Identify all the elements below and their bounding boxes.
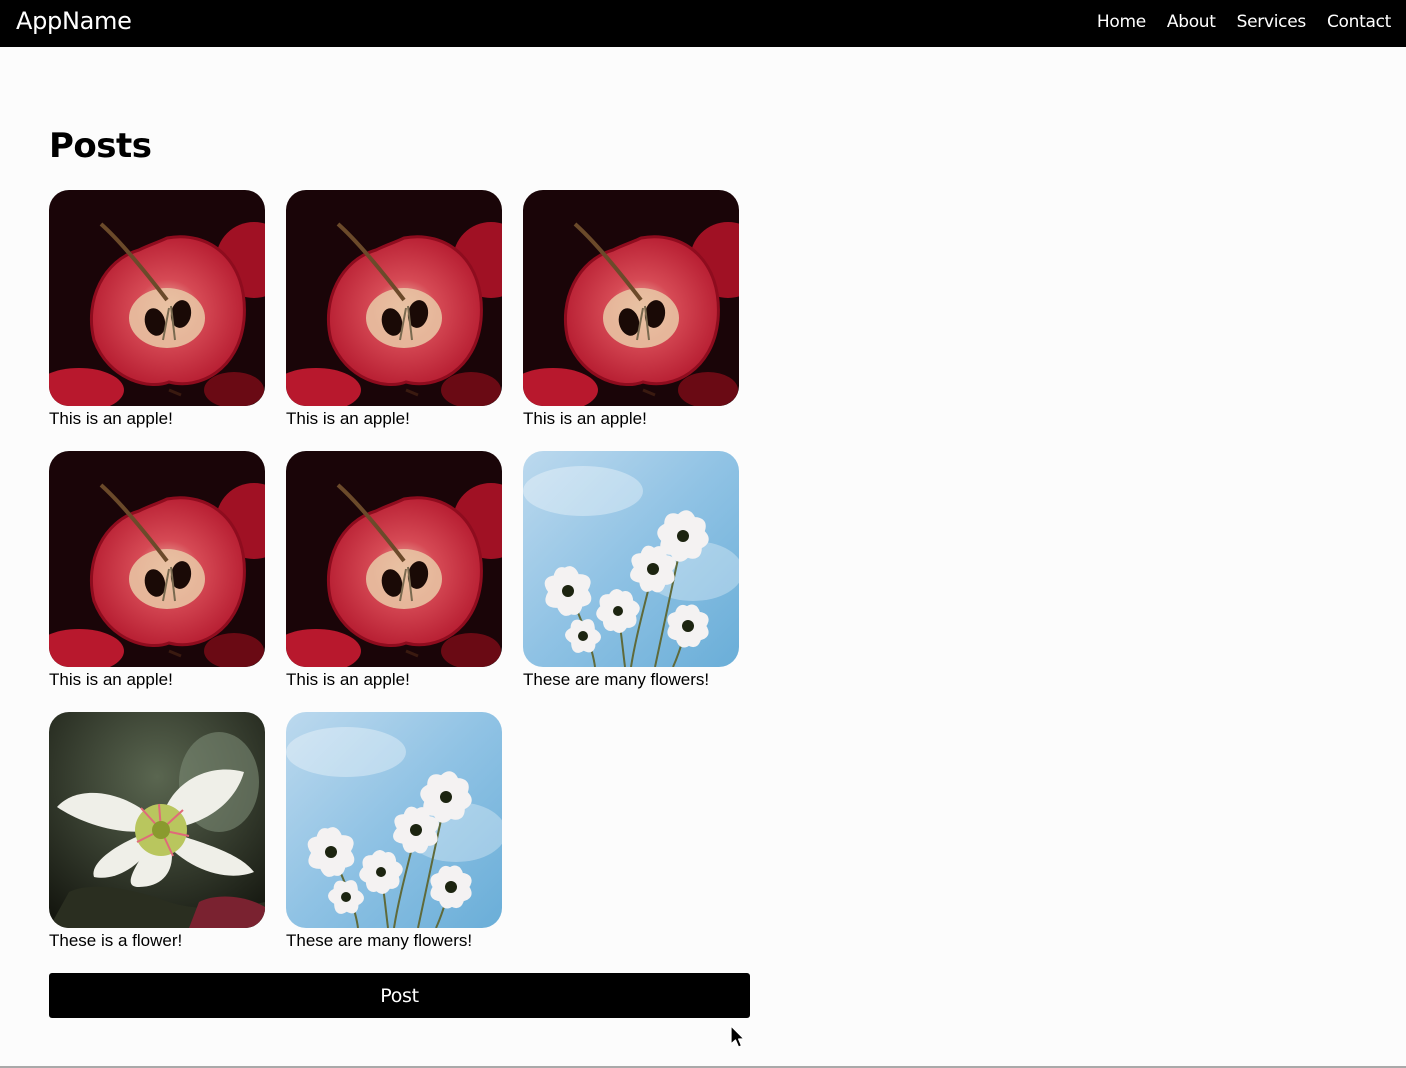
post-caption: This is an apple! [49, 409, 173, 428]
post-caption: This is an apple! [286, 409, 410, 428]
post-card[interactable]: This is an apple! [49, 451, 265, 691]
post-caption: This is an apple! [286, 670, 410, 689]
posts-grid: This is an apple! This is an apple! This… [49, 190, 750, 952]
page-title: Posts [49, 126, 152, 166]
flower-image[interactable] [49, 712, 265, 928]
flowers-image[interactable] [523, 451, 739, 667]
navbar: AppName Home About Services Contact [0, 0, 1406, 47]
apple-image[interactable] [286, 190, 502, 406]
nav-link-about[interactable]: About [1167, 10, 1216, 34]
post-card[interactable]: These are many flowers! [523, 451, 739, 691]
post-caption: These are many flowers! [286, 931, 473, 950]
apple-image[interactable] [286, 451, 502, 667]
post-caption: This is an apple! [523, 409, 647, 428]
nav-links: Home About Services Contact [1097, 10, 1391, 34]
nav-link-services[interactable]: Services [1237, 10, 1307, 34]
post-caption: This is an apple! [49, 670, 173, 689]
apple-image[interactable] [49, 190, 265, 406]
post-card[interactable]: This is an apple! [286, 190, 502, 430]
post-button[interactable]: Post [49, 973, 750, 1018]
post-card[interactable]: This is an apple! [523, 190, 739, 430]
apple-image[interactable] [523, 190, 739, 406]
nav-link-contact[interactable]: Contact [1327, 10, 1391, 34]
post-card[interactable]: This is an apple! [49, 190, 265, 430]
apple-image[interactable] [49, 451, 265, 667]
post-card[interactable]: This is an apple! [286, 451, 502, 691]
app-brand[interactable]: AppName [16, 5, 132, 37]
nav-link-home[interactable]: Home [1097, 10, 1146, 34]
post-caption: These are many flowers! [523, 670, 710, 689]
mouse-cursor-icon [730, 1025, 745, 1048]
post-caption: These is a flower! [49, 931, 183, 950]
post-card[interactable]: These is a flower! [49, 712, 265, 952]
post-card[interactable]: These are many flowers! [286, 712, 502, 952]
flowers-image[interactable] [286, 712, 502, 928]
